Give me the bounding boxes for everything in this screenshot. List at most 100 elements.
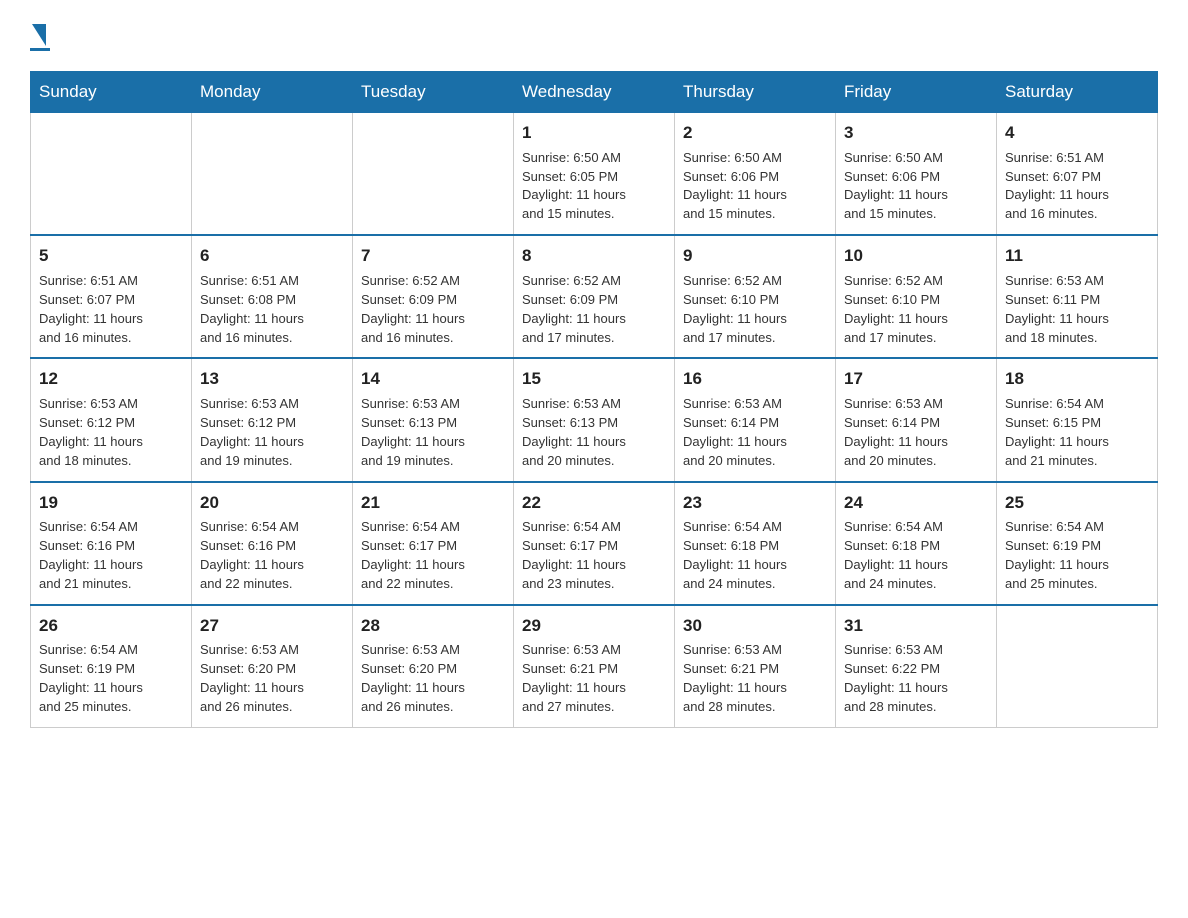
day-number: 4	[1005, 121, 1149, 145]
day-info: Sunrise: 6:51 AMSunset: 6:08 PMDaylight:…	[200, 272, 344, 347]
day-info: Sunrise: 6:52 AMSunset: 6:09 PMDaylight:…	[522, 272, 666, 347]
day-info: Sunrise: 6:51 AMSunset: 6:07 PMDaylight:…	[1005, 149, 1149, 224]
day-info: Sunrise: 6:50 AMSunset: 6:06 PMDaylight:…	[683, 149, 827, 224]
calendar-cell: 18 Sunrise: 6:54 AMSunset: 6:15 PMDayligh…	[997, 358, 1158, 481]
calendar-cell: 5 Sunrise: 6:51 AMSunset: 6:07 PMDaylight…	[31, 235, 192, 358]
logo-underline	[30, 48, 50, 51]
day-number: 2	[683, 121, 827, 145]
calendar-cell: 20 Sunrise: 6:54 AMSunset: 6:16 PMDayligh…	[192, 482, 353, 605]
day-number: 1	[522, 121, 666, 145]
day-number: 31	[844, 614, 988, 638]
day-number: 28	[361, 614, 505, 638]
calendar-cell: 9Sunrise: 6:52 AMSunset: 6:10 PMDaylight…	[675, 235, 836, 358]
calendar-cell: 2 Sunrise: 6:50 AMSunset: 6:06 PMDaylight…	[675, 113, 836, 236]
day-number: 30	[683, 614, 827, 638]
day-info: Sunrise: 6:53 AMSunset: 6:14 PMDaylight:…	[844, 395, 988, 470]
calendar-cell: 16 Sunrise: 6:53 AMSunset: 6:14 PMDayligh…	[675, 358, 836, 481]
day-info: Sunrise: 6:53 AMSunset: 6:12 PMDaylight:…	[200, 395, 344, 470]
calendar-cell	[31, 113, 192, 236]
day-info: Sunrise: 6:52 AMSunset: 6:09 PMDaylight:…	[361, 272, 505, 347]
calendar-table: SundayMondayTuesdayWednesdayThursdayFrid…	[30, 71, 1158, 728]
day-info: Sunrise: 6:50 AMSunset: 6:05 PMDaylight:…	[522, 149, 666, 224]
calendar-cell: 22Sunrise: 6:54 AMSunset: 6:17 PMDayligh…	[514, 482, 675, 605]
calendar-cell: 8 Sunrise: 6:52 AMSunset: 6:09 PMDaylight…	[514, 235, 675, 358]
header-day-saturday: Saturday	[997, 72, 1158, 113]
calendar-cell: 6 Sunrise: 6:51 AMSunset: 6:08 PMDaylight…	[192, 235, 353, 358]
day-info: Sunrise: 6:54 AMSunset: 6:17 PMDaylight:…	[522, 518, 666, 593]
day-number: 7	[361, 244, 505, 268]
header-row: SundayMondayTuesdayWednesdayThursdayFrid…	[31, 72, 1158, 113]
calendar-cell: 26Sunrise: 6:54 AMSunset: 6:19 PMDayligh…	[31, 605, 192, 728]
day-number: 6	[200, 244, 344, 268]
day-info: Sunrise: 6:54 AMSunset: 6:18 PMDaylight:…	[683, 518, 827, 593]
day-number: 13	[200, 367, 344, 391]
calendar-cell: 3 Sunrise: 6:50 AMSunset: 6:06 PMDaylight…	[836, 113, 997, 236]
calendar-cell: 1 Sunrise: 6:50 AMSunset: 6:05 PMDaylight…	[514, 113, 675, 236]
day-info: Sunrise: 6:50 AMSunset: 6:06 PMDaylight:…	[844, 149, 988, 224]
day-info: Sunrise: 6:53 AMSunset: 6:12 PMDaylight:…	[39, 395, 183, 470]
day-info: Sunrise: 6:54 AMSunset: 6:17 PMDaylight:…	[361, 518, 505, 593]
day-number: 27	[200, 614, 344, 638]
page-header	[30, 20, 1158, 51]
calendar-cell: 17 Sunrise: 6:53 AMSunset: 6:14 PMDayligh…	[836, 358, 997, 481]
day-info: Sunrise: 6:53 AMSunset: 6:14 PMDaylight:…	[683, 395, 827, 470]
day-info: Sunrise: 6:54 AMSunset: 6:16 PMDaylight:…	[39, 518, 183, 593]
logo-triangle-icon	[32, 24, 46, 46]
day-info: Sunrise: 6:54 AMSunset: 6:15 PMDaylight:…	[1005, 395, 1149, 470]
calendar-cell	[353, 113, 514, 236]
calendar-cell: 15Sunrise: 6:53 AMSunset: 6:13 PMDayligh…	[514, 358, 675, 481]
calendar-cell: 23 Sunrise: 6:54 AMSunset: 6:18 PMDayligh…	[675, 482, 836, 605]
calendar-cell: 21 Sunrise: 6:54 AMSunset: 6:17 PMDayligh…	[353, 482, 514, 605]
calendar-cell: 31 Sunrise: 6:53 AMSunset: 6:22 PMDayligh…	[836, 605, 997, 728]
week-row-2: 12Sunrise: 6:53 AMSunset: 6:12 PMDayligh…	[31, 358, 1158, 481]
day-info: Sunrise: 6:51 AMSunset: 6:07 PMDaylight:…	[39, 272, 183, 347]
calendar-cell: 7 Sunrise: 6:52 AMSunset: 6:09 PMDaylight…	[353, 235, 514, 358]
calendar-cell	[997, 605, 1158, 728]
calendar-cell: 24 Sunrise: 6:54 AMSunset: 6:18 PMDayligh…	[836, 482, 997, 605]
day-number: 17	[844, 367, 988, 391]
week-row-1: 5 Sunrise: 6:51 AMSunset: 6:07 PMDaylight…	[31, 235, 1158, 358]
day-number: 29	[522, 614, 666, 638]
calendar-cell: 19 Sunrise: 6:54 AMSunset: 6:16 PMDayligh…	[31, 482, 192, 605]
day-info: Sunrise: 6:54 AMSunset: 6:18 PMDaylight:…	[844, 518, 988, 593]
day-number: 23	[683, 491, 827, 515]
calendar-cell: 25 Sunrise: 6:54 AMSunset: 6:19 PMDayligh…	[997, 482, 1158, 605]
calendar-cell: 13 Sunrise: 6:53 AMSunset: 6:12 PMDayligh…	[192, 358, 353, 481]
header-day-thursday: Thursday	[675, 72, 836, 113]
day-number: 11	[1005, 244, 1149, 268]
day-info: Sunrise: 6:53 AMSunset: 6:20 PMDaylight:…	[200, 641, 344, 716]
calendar-header: SundayMondayTuesdayWednesdayThursdayFrid…	[31, 72, 1158, 113]
day-info: Sunrise: 6:53 AMSunset: 6:22 PMDaylight:…	[844, 641, 988, 716]
day-info: Sunrise: 6:54 AMSunset: 6:16 PMDaylight:…	[200, 518, 344, 593]
day-number: 5	[39, 244, 183, 268]
day-info: Sunrise: 6:54 AMSunset: 6:19 PMDaylight:…	[39, 641, 183, 716]
day-number: 20	[200, 491, 344, 515]
calendar-cell: 28 Sunrise: 6:53 AMSunset: 6:20 PMDayligh…	[353, 605, 514, 728]
day-number: 18	[1005, 367, 1149, 391]
calendar-cell: 4 Sunrise: 6:51 AMSunset: 6:07 PMDaylight…	[997, 113, 1158, 236]
day-info: Sunrise: 6:53 AMSunset: 6:21 PMDaylight:…	[683, 641, 827, 716]
day-info: Sunrise: 6:52 AMSunset: 6:10 PMDaylight:…	[844, 272, 988, 347]
day-info: Sunrise: 6:54 AMSunset: 6:19 PMDaylight:…	[1005, 518, 1149, 593]
day-number: 21	[361, 491, 505, 515]
day-info: Sunrise: 6:53 AMSunset: 6:20 PMDaylight:…	[361, 641, 505, 716]
day-number: 25	[1005, 491, 1149, 515]
day-number: 10	[844, 244, 988, 268]
day-info: Sunrise: 6:53 AMSunset: 6:11 PMDaylight:…	[1005, 272, 1149, 347]
header-day-tuesday: Tuesday	[353, 72, 514, 113]
header-day-sunday: Sunday	[31, 72, 192, 113]
week-row-4: 26Sunrise: 6:54 AMSunset: 6:19 PMDayligh…	[31, 605, 1158, 728]
header-day-monday: Monday	[192, 72, 353, 113]
calendar-cell: 10 Sunrise: 6:52 AMSunset: 6:10 PMDayligh…	[836, 235, 997, 358]
day-info: Sunrise: 6:53 AMSunset: 6:13 PMDaylight:…	[361, 395, 505, 470]
day-number: 24	[844, 491, 988, 515]
day-number: 19	[39, 491, 183, 515]
calendar-cell: 11 Sunrise: 6:53 AMSunset: 6:11 PMDayligh…	[997, 235, 1158, 358]
day-number: 15	[522, 367, 666, 391]
calendar-cell: 27 Sunrise: 6:53 AMSunset: 6:20 PMDayligh…	[192, 605, 353, 728]
day-number: 8	[522, 244, 666, 268]
day-number: 16	[683, 367, 827, 391]
day-number: 9	[683, 244, 827, 268]
header-day-wednesday: Wednesday	[514, 72, 675, 113]
day-number: 3	[844, 121, 988, 145]
